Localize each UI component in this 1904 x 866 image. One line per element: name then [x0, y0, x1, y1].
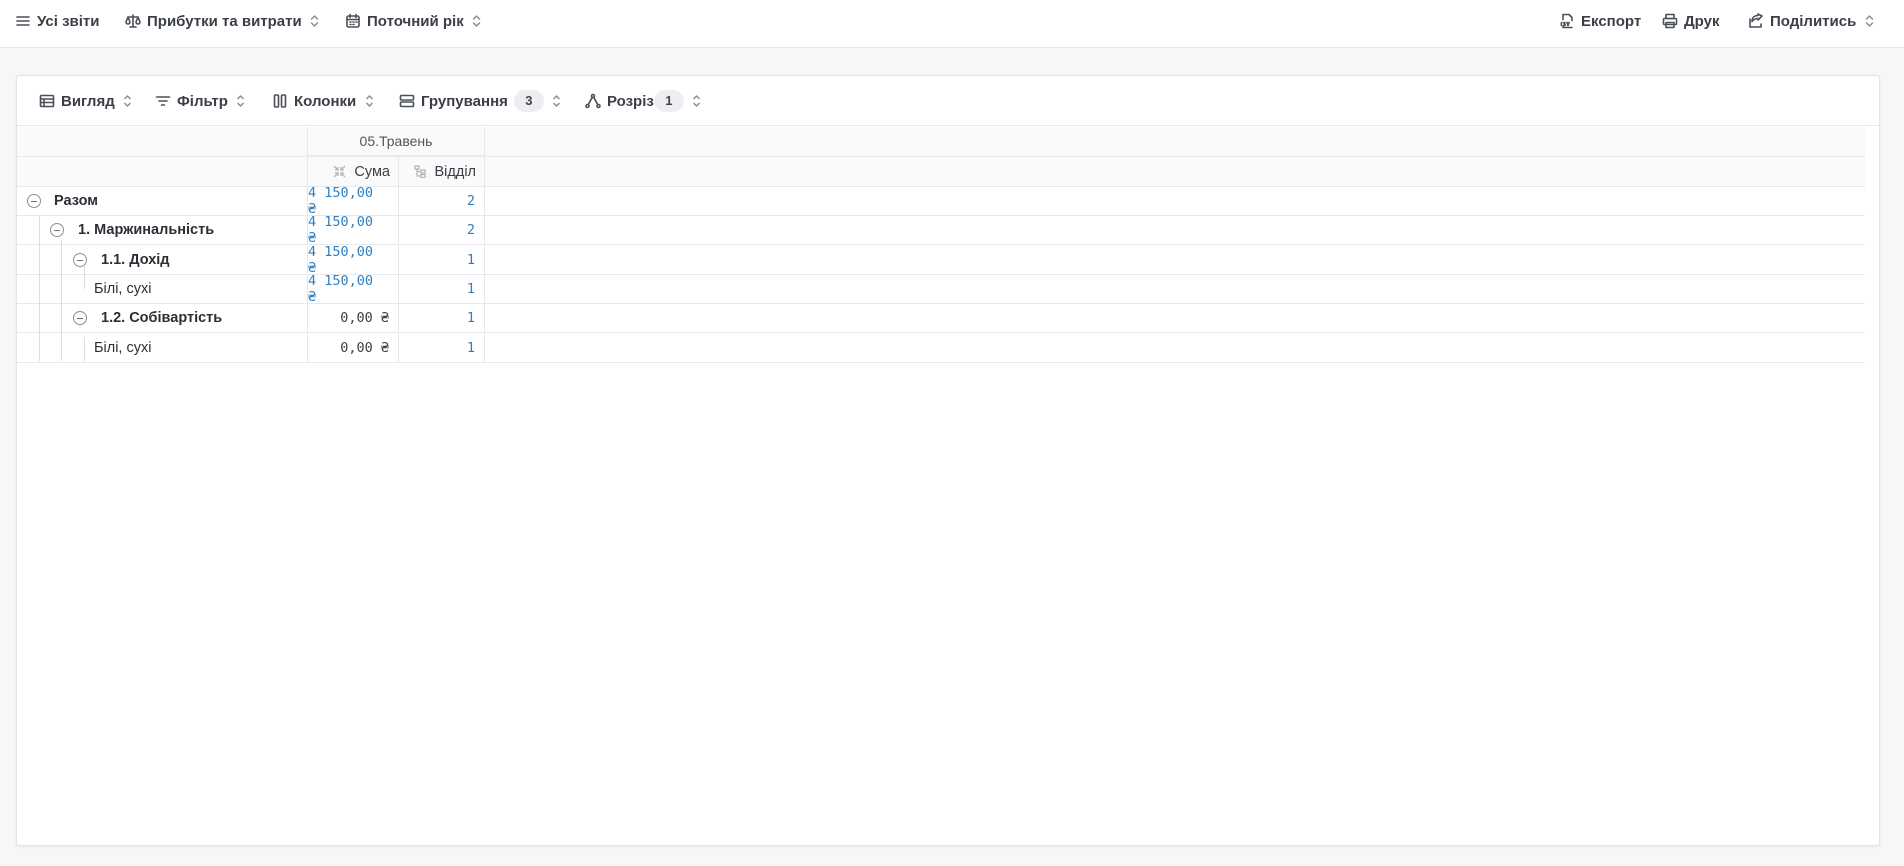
view-label: Вигляд — [61, 92, 115, 110]
chevron-updown-icon — [552, 93, 562, 109]
grouping-selector[interactable]: Групування 3 — [399, 76, 562, 126]
table-row[interactable]: Разом 4 150,00 ₴ 2 — [17, 185, 1865, 217]
sum-cell: 0,00 ₴ — [308, 304, 399, 333]
grouping-icon — [399, 94, 415, 108]
table-row[interactable]: 1. Маржинальність 4 150,00 ₴ 2 — [17, 214, 1865, 246]
chevron-updown-icon — [472, 13, 482, 29]
slice-label: Розріз — [607, 92, 654, 110]
sum-cell[interactable]: 4 150,00 ₴ — [308, 185, 399, 217]
report-selector[interactable]: Прибутки та витрати — [125, 0, 320, 42]
branch-icon — [585, 93, 601, 109]
row-label: Разом — [54, 193, 98, 209]
row-label: Білі, сухі — [94, 339, 152, 356]
period-label: Поточний рік — [367, 12, 464, 30]
slice-selector[interactable]: Розріз 1 — [585, 76, 702, 126]
chevron-updown-icon — [310, 13, 320, 29]
all-reports-label: Усі звіти — [37, 12, 100, 30]
dept-cell[interactable]: 1 — [399, 274, 485, 303]
chevron-updown-icon — [1864, 13, 1874, 29]
chevron-updown-icon — [236, 93, 246, 109]
table-header-row: 05.Травень — [17, 127, 1865, 157]
columns-selector[interactable]: Колонки — [272, 76, 374, 126]
table-subheader-row: Сума Відділ — [17, 157, 1865, 187]
calendar-icon — [346, 13, 360, 28]
slice-count-badge: 1 — [653, 90, 684, 112]
all-reports-button[interactable]: Усі звіти — [15, 0, 99, 42]
row-label: 1.2. Собівартість — [101, 310, 223, 327]
period-selector[interactable]: Поточний рік — [345, 0, 482, 42]
columns-label: Колонки — [294, 92, 357, 110]
filter-icon — [155, 96, 171, 106]
tree-guide-line — [61, 240, 62, 361]
tree-guide-line — [84, 265, 85, 289]
table-row[interactable]: 1.2. Собівартість 0,00 ₴ 1 — [17, 304, 1865, 334]
sum-cell[interactable]: 4 150,00 ₴ — [308, 273, 399, 305]
row-label: 1.1. Дохід — [101, 251, 170, 268]
dept-cell[interactable]: 1 — [399, 333, 485, 362]
period-column-header[interactable]: 05.Травень — [308, 127, 485, 156]
dept-cell[interactable]: 2 — [399, 216, 485, 245]
collapse-arrows-icon — [333, 165, 346, 178]
top-bar: Усі звіти Прибутки та витрати Поточний р… — [0, 0, 1904, 48]
sum-column-header[interactable]: Сума — [308, 157, 399, 186]
chevron-updown-icon — [123, 93, 133, 109]
grouping-count-badge: 3 — [513, 90, 544, 112]
grouping-label: Групування — [421, 92, 508, 110]
collapse-toggle-icon[interactable] — [27, 194, 41, 208]
scale-icon — [125, 14, 141, 28]
report-toolbar: Вигляд Фільтр Колонки Групування 3 Розрі… — [17, 76, 1879, 126]
share-icon — [1749, 13, 1763, 28]
csv-file-icon — [1560, 13, 1573, 29]
tree-guide-line — [39, 216, 40, 361]
print-button[interactable]: Друк — [1662, 0, 1720, 42]
view-selector[interactable]: Вигляд — [39, 76, 133, 126]
printer-icon — [1662, 13, 1678, 29]
dept-cell[interactable]: 2 — [399, 187, 485, 215]
tree-guide-line — [84, 337, 85, 361]
sum-column-label: Сума — [354, 163, 390, 180]
row-label: 1. Маржинальність — [78, 222, 215, 239]
dept-cell[interactable]: 1 — [399, 304, 485, 333]
hierarchy-icon — [413, 165, 426, 178]
report-name-label: Прибутки та витрати — [147, 12, 302, 30]
dept-column-label: Відділ — [434, 163, 477, 180]
row-label: Білі, сухі — [94, 280, 152, 297]
share-label: Поділитись — [1770, 12, 1857, 30]
row-label-cell: Разом — [17, 187, 308, 215]
print-label: Друк — [1684, 12, 1720, 30]
subheader-empty-cell — [17, 157, 308, 186]
chevron-updown-icon — [692, 93, 702, 109]
table-row[interactable]: 1.1. Дохід 4 150,00 ₴ 1 — [17, 244, 1865, 276]
filter-label: Фільтр — [177, 92, 228, 110]
filter-selector[interactable]: Фільтр — [155, 76, 246, 126]
table-view-icon — [39, 94, 55, 108]
period-header-label: 05.Травень — [359, 133, 433, 149]
sum-cell[interactable]: 4 150,00 ₴ — [308, 244, 399, 276]
dept-cell[interactable]: 1 — [399, 245, 485, 274]
report-panel: Вигляд Фільтр Колонки Групування 3 Розрі… — [16, 75, 1880, 846]
export-label: Експорт — [1581, 12, 1642, 30]
header-empty-cell — [17, 127, 308, 156]
export-button[interactable]: Експорт — [1559, 0, 1641, 42]
dept-column-header[interactable]: Відділ — [399, 157, 485, 186]
sum-cell[interactable]: 4 150,00 ₴ — [308, 214, 399, 246]
table-row[interactable]: Білі, сухі 0,00 ₴ 1 — [17, 333, 1865, 363]
sum-cell: 0,00 ₴ — [308, 333, 399, 362]
menu-icon — [16, 16, 30, 26]
collapse-toggle-icon[interactable] — [50, 223, 64, 238]
table-row[interactable]: Білі, сухі 4 150,00 ₴ 1 — [17, 273, 1865, 305]
collapse-toggle-icon[interactable] — [73, 311, 87, 326]
share-button[interactable]: Поділитись — [1748, 0, 1874, 42]
columns-icon — [273, 94, 287, 108]
chevron-updown-icon — [364, 93, 374, 109]
